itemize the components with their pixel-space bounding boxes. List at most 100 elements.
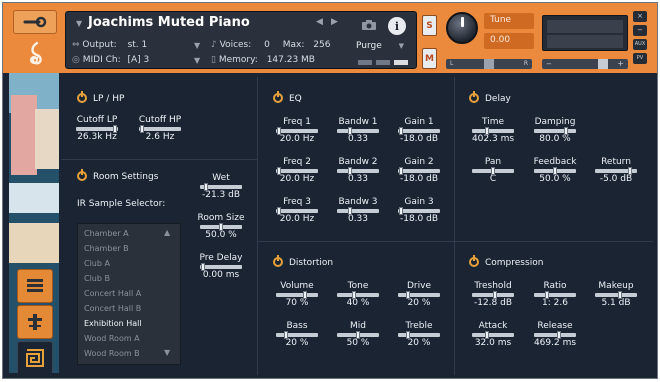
slider-track[interactable] — [534, 127, 576, 135]
slider-track[interactable] — [472, 127, 514, 135]
slider-handle[interactable] — [564, 127, 569, 135]
slider-track[interactable] — [337, 291, 379, 299]
slider-handle[interactable] — [553, 167, 557, 175]
cutoff-lp-control[interactable]: Cutoff LP 26.3k Hz — [69, 115, 125, 142]
pan-slider[interactable]: L R — [446, 59, 532, 69]
pv-button[interactable]: PV — [633, 53, 647, 64]
slider-track[interactable] — [200, 223, 242, 231]
delay-pan-control[interactable]: Pan C — [465, 157, 521, 184]
delay-damping-control[interactable]: Damping 80.0 % — [527, 117, 583, 144]
slider-handle[interactable] — [219, 223, 223, 231]
eq-bandw-2-control[interactable]: Bandw 2 0.33 — [330, 157, 386, 184]
slider-handle[interactable] — [405, 291, 410, 299]
slider-handle[interactable] — [545, 291, 550, 299]
slider-track[interactable] — [200, 183, 242, 191]
slider-track[interactable] — [337, 331, 379, 339]
ir-sample-item[interactable]: Club A — [84, 259, 110, 268]
slider-handle[interactable] — [398, 127, 403, 135]
slider-track[interactable] — [276, 207, 318, 215]
slider-track[interactable] — [337, 207, 379, 215]
slider-handle[interactable] — [617, 291, 622, 299]
slider-handle[interactable] — [485, 127, 490, 135]
ir-sample-item[interactable]: Wood Room A — [84, 334, 140, 343]
solo-button[interactable]: S — [422, 15, 437, 36]
midi-row[interactable]: ◎ MIDI Ch: [A] 3 — [72, 55, 149, 65]
ir-sample-item[interactable]: Club B — [84, 274, 110, 283]
slider-track[interactable] — [398, 207, 440, 215]
slider-track[interactable] — [337, 127, 379, 135]
eq-gain-1-control[interactable]: Gain 1 -18.0 dB — [391, 117, 447, 144]
slider-handle[interactable] — [491, 167, 495, 175]
slider-handle[interactable] — [485, 331, 490, 339]
ir-sample-item[interactable]: Exhibition Hall — [84, 319, 142, 328]
slider-handle[interactable] — [200, 263, 205, 271]
midi-dropdown-arrow-icon[interactable]: ▼ — [194, 56, 200, 65]
compression-attack-control[interactable]: Attack 32.0 ms — [465, 321, 521, 348]
tune-knob[interactable] — [446, 12, 478, 44]
slider-handle[interactable] — [356, 331, 360, 339]
slider-track[interactable] — [398, 331, 440, 339]
slider-handle[interactable] — [276, 127, 281, 135]
slider-handle[interactable] — [405, 331, 410, 339]
prev-instrument-arrow-icon[interactable]: ◀ — [316, 17, 323, 27]
slider-handle[interactable] — [276, 207, 281, 215]
main-tab[interactable] — [17, 269, 53, 303]
slider-track[interactable] — [76, 125, 118, 133]
compression-release-control[interactable]: Release 469.2 ms — [527, 321, 583, 348]
ir-sample-item[interactable]: Concert Hall B — [84, 304, 141, 313]
wrench-button[interactable] — [13, 10, 57, 34]
slider-handle[interactable] — [398, 167, 403, 175]
slider-track[interactable] — [534, 331, 576, 339]
distortion-tone-control[interactable]: Tone 40 % — [330, 281, 386, 308]
output-dropdown-arrow-icon[interactable]: ▼ — [194, 41, 200, 50]
slider-handle[interactable] — [348, 167, 353, 175]
slider-track[interactable] — [595, 291, 637, 299]
title-dropdown-arrow-icon[interactable]: ▼ — [76, 19, 82, 28]
slider-track[interactable] — [398, 127, 440, 135]
eq-bandw-3-control[interactable]: Bandw 3 0.33 — [330, 197, 386, 224]
pan-handle[interactable] — [484, 59, 494, 69]
slider-track[interactable] — [534, 167, 576, 175]
lp-hp-power-icon[interactable] — [77, 91, 87, 103]
ir-sample-item[interactable]: Chamber A — [84, 229, 129, 238]
eq-gain-2-control[interactable]: Gain 2 -18.0 dB — [391, 157, 447, 184]
slider-handle[interactable] — [302, 291, 307, 299]
ir-sample-item[interactable]: Chamber B — [84, 244, 129, 253]
slider-track[interactable] — [276, 291, 318, 299]
slider-track[interactable] — [276, 331, 318, 339]
slider-track[interactable] — [472, 291, 514, 299]
delay-time-control[interactable]: Time 402.3 ms — [465, 117, 521, 144]
eq-freq-3-control[interactable]: Freq 3 20.0 Hz — [269, 197, 325, 224]
purge-button[interactable]: Purge ▼ — [356, 41, 404, 51]
distortion-power-icon[interactable] — [273, 255, 283, 267]
slider-handle[interactable] — [628, 167, 633, 175]
delay-power-icon[interactable] — [469, 91, 479, 103]
delay-return-control[interactable]: Return -5.0 dB — [588, 157, 644, 184]
room-power-icon[interactable] — [77, 169, 87, 181]
compression-power-icon[interactable] — [469, 255, 479, 267]
next-instrument-arrow-icon[interactable]: ▶ — [331, 17, 338, 27]
info-icon[interactable]: i — [388, 17, 406, 35]
slider-handle[interactable] — [348, 127, 353, 135]
compression-makeup-control[interactable]: Makeup 5.1 dB — [588, 281, 644, 308]
scroll-up-arrow-icon[interactable]: ▲ — [164, 228, 170, 237]
instrument-title[interactable]: Joachims Muted Piano — [88, 15, 250, 30]
slider-track[interactable] — [276, 167, 318, 175]
slider-track[interactable] — [472, 167, 514, 175]
minimize-button[interactable]: − — [633, 25, 647, 36]
distortion-treble-control[interactable]: Treble 20 % — [391, 321, 447, 348]
slider-track[interactable] — [276, 127, 318, 135]
slider-handle[interactable] — [113, 125, 118, 133]
slider-handle[interactable] — [492, 291, 497, 299]
slider-handle[interactable] — [283, 331, 288, 339]
volume-handle[interactable] — [598, 59, 608, 69]
cutoff-hp-control[interactable]: Cutoff HP 2.6 Hz — [132, 115, 188, 142]
max-value[interactable]: 256 — [313, 40, 330, 50]
slider-handle[interactable] — [139, 125, 144, 133]
scroll-down-arrow-icon[interactable]: ▼ — [164, 348, 170, 357]
tune-value[interactable]: 0.00 — [484, 33, 534, 49]
eq-gain-3-control[interactable]: Gain 3 -18.0 dB — [391, 197, 447, 224]
wet-control[interactable]: Wet -21.3 dB — [193, 173, 249, 200]
ir-sample-item[interactable]: Wood Room B — [84, 349, 140, 358]
eq-power-icon[interactable] — [273, 91, 283, 103]
